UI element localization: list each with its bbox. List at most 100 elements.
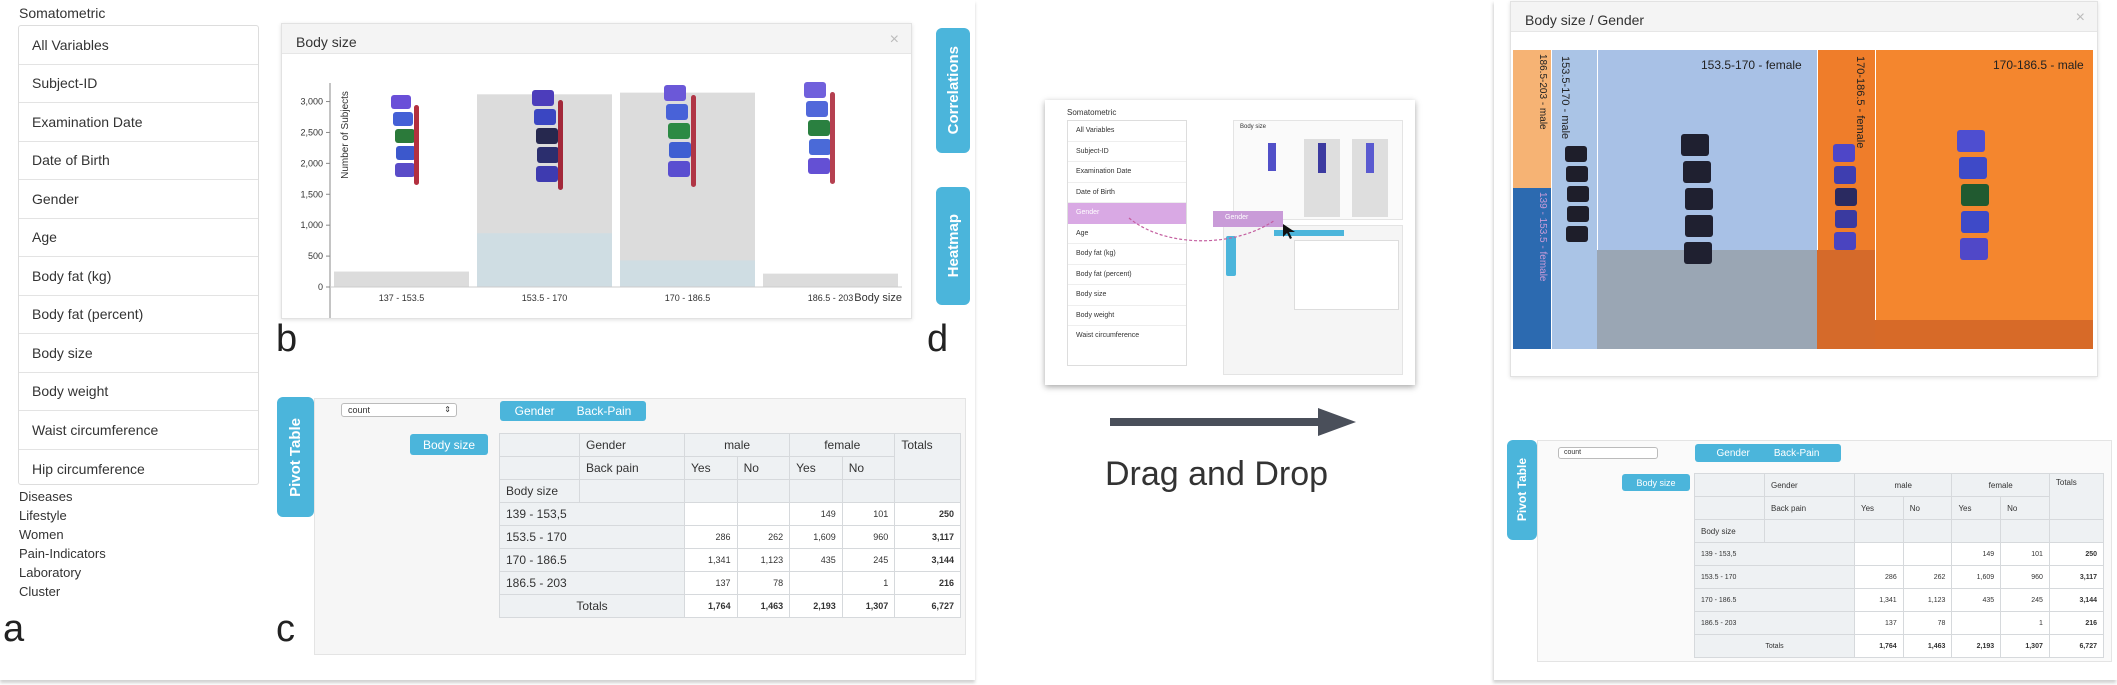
- category-list: Diseases Lifestyle Women Pain-Indicators…: [19, 487, 106, 601]
- table-row: 153.5 - 170 286 262 1,609 960 3,117: [499, 525, 961, 549]
- variable-item[interactable]: Body size: [19, 334, 258, 373]
- mini-variable: Body fat (percent): [1068, 265, 1186, 285]
- figure-letter-b: b: [276, 318, 298, 360]
- y-tick-label: 0: [318, 282, 323, 292]
- variable-item[interactable]: Gender: [19, 180, 258, 219]
- bar[interactable]: [334, 271, 469, 287]
- cell: 1,764: [684, 594, 738, 618]
- x-tick-label: 153.5 - 170: [522, 293, 568, 303]
- y-tick-label: 1,500: [300, 189, 323, 199]
- pivot-panel: count Gender Back-Pain Body size Gender m…: [1537, 440, 2112, 662]
- cell: [1854, 542, 1904, 566]
- cell: 1: [841, 571, 896, 595]
- tab-heatmap[interactable]: Heatmap: [936, 187, 970, 305]
- cell: 216: [894, 571, 961, 595]
- y-axis-label: Number of Subjects: [340, 91, 351, 179]
- cell: 435: [789, 548, 843, 572]
- column-field-gender[interactable]: Gender: [515, 404, 555, 418]
- spine-image: [1565, 146, 1591, 256]
- cell: 262: [1902, 565, 1953, 589]
- variable-item[interactable]: Hip circumference: [19, 450, 258, 489]
- treemap-label: 170-186.5 - female: [1854, 56, 1866, 149]
- category-link[interactable]: Pain-Indicators: [19, 544, 106, 563]
- table-row: 170 - 186.5 1,341 1,123 435 245 3,144: [499, 548, 961, 572]
- aggregator-select[interactable]: count ⇕: [341, 403, 457, 417]
- variable-item[interactable]: All Variables: [19, 26, 258, 65]
- tab-label: Pivot Table: [1515, 458, 1529, 522]
- header-totals: Totals: [2048, 473, 2105, 520]
- row-label: 153.5 - 170: [499, 525, 685, 549]
- cell: 78: [1902, 611, 1953, 635]
- category-link[interactable]: Women: [19, 525, 106, 544]
- cell: 286: [1854, 565, 1904, 589]
- row-label: 186.5 - 203: [1694, 611, 1855, 635]
- y-tick-label: 2,500: [300, 127, 323, 137]
- tab-pivot-table[interactable]: Pivot Table: [1507, 440, 1537, 540]
- section-title-somatometric[interactable]: Somatometric: [19, 5, 105, 21]
- mini-variable: Subject-ID: [1068, 142, 1186, 162]
- spine-image: [528, 90, 564, 198]
- category-link[interactable]: Diseases: [19, 487, 106, 506]
- category-link[interactable]: Lifestyle: [19, 506, 106, 525]
- arrow-right-icon: [1110, 408, 1356, 436]
- close-icon[interactable]: ×: [890, 31, 899, 49]
- mini-variable: Waist circumference: [1076, 332, 1140, 339]
- x-tick-label: 186.5 - 203: [808, 293, 854, 303]
- bar[interactable]: [763, 273, 898, 287]
- column-field-gender[interactable]: Gender: [1717, 448, 1750, 459]
- figure-letter-c: c: [276, 608, 295, 650]
- header-gender: Gender: [1764, 473, 1855, 497]
- variable-item[interactable]: Body fat (percent): [19, 296, 258, 334]
- spine-image: [1957, 130, 1997, 280]
- header-backpain: Back pain: [1764, 496, 1855, 520]
- header-backpain: Back pain: [579, 456, 685, 480]
- treemap-label: 170-186.5 - male: [1993, 58, 2084, 72]
- treemap: 153.5-170 - female 170-186.5 - male 153.…: [1513, 50, 2093, 349]
- pivot-panel: count ⇕ Gender Back-Pain Body size Gende…: [314, 398, 966, 655]
- cell: 262: [736, 525, 791, 549]
- cell: 245: [2000, 588, 2050, 612]
- tab-correlations[interactable]: Correlations: [936, 28, 970, 153]
- category-link[interactable]: Laboratory: [19, 563, 106, 582]
- bar-highlight: [620, 260, 755, 287]
- column-fields: Gender Back-Pain: [500, 401, 646, 421]
- cell: 1,307: [2000, 634, 2050, 658]
- cell: 250: [894, 502, 961, 526]
- row-field-body-size[interactable]: Body size: [1622, 474, 1690, 491]
- category-link[interactable]: Cluster: [19, 582, 106, 601]
- header-no: No: [1902, 496, 1953, 520]
- close-icon[interactable]: ×: [2076, 9, 2085, 27]
- cell: 78: [736, 571, 791, 595]
- cell: 101: [841, 502, 896, 526]
- variable-item[interactable]: Date of Birth: [19, 142, 258, 180]
- aggregator-select[interactable]: count: [1558, 447, 1658, 459]
- row-header-body-size: Body size: [1694, 519, 1765, 543]
- drag-drop-caption: Drag and Drop: [1105, 455, 1329, 493]
- tab-pivot-table[interactable]: Pivot Table: [277, 397, 314, 517]
- column-field-backpain[interactable]: Back-Pain: [577, 404, 632, 418]
- variable-item[interactable]: Age: [19, 219, 258, 257]
- header-male: male: [1853, 473, 1953, 497]
- variable-item[interactable]: Subject-ID: [19, 65, 258, 103]
- spine-image: [1681, 134, 1721, 284]
- column-field-backpain[interactable]: Back-Pain: [1774, 448, 1820, 459]
- cell: 2,193: [1951, 634, 2002, 658]
- cell: 3,144: [2048, 588, 2105, 612]
- drag-drop-screenshot: Somatometric All Variables Subject-ID Ex…: [1045, 100, 1415, 385]
- cell: 137: [1854, 611, 1904, 635]
- row-label: 186.5 - 203: [499, 571, 685, 595]
- row-field-body-size[interactable]: Body size: [410, 434, 488, 455]
- chart-header: Body size ×: [282, 24, 911, 54]
- variable-item[interactable]: Body weight: [19, 373, 258, 411]
- cursor-icon: [1283, 224, 1295, 239]
- variable-item[interactable]: Examination Date: [19, 103, 258, 142]
- variable-item[interactable]: Waist circumference: [19, 411, 258, 450]
- figure-letter-a: a: [3, 608, 25, 650]
- variable-item[interactable]: Body fat (kg): [19, 257, 258, 296]
- cell: 1,609: [1951, 565, 2002, 589]
- tab-label: Correlations: [944, 46, 962, 135]
- cell: 435: [1951, 588, 2002, 612]
- table-row: Totals 1,764 1,463 2,193 1,307 6,727: [499, 594, 961, 618]
- cell: [789, 571, 843, 595]
- table-row: 186.5 - 203 137 78 1 216: [499, 571, 961, 595]
